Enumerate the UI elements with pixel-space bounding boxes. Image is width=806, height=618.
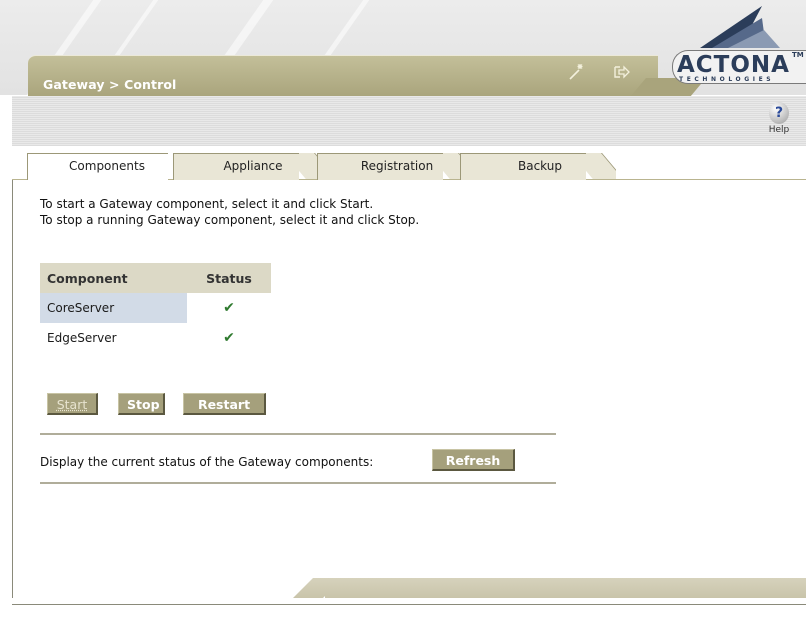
content-panel <box>12 180 806 598</box>
restart-button[interactable]: Restart <box>183 393 266 415</box>
help-icon: ? <box>769 102 789 124</box>
table-row[interactable]: EdgeServer ✔ <box>40 323 271 353</box>
tab-label: Components <box>69 159 145 173</box>
logo-trademark: TM <box>792 51 804 59</box>
start-button[interactable]: Start <box>47 393 98 415</box>
breadcrumb: Gateway > Control <box>43 77 177 92</box>
wizard-icon[interactable] <box>565 62 587 84</box>
components-table: Component Status CoreServer ✔ EdgeServer… <box>40 263 271 353</box>
instruction-line: To stop a running Gateway component, sel… <box>40 213 420 227</box>
refresh-button[interactable]: Refresh <box>432 449 515 471</box>
component-name[interactable]: EdgeServer <box>40 323 187 353</box>
bottom-border <box>12 604 806 605</box>
stop-button[interactable]: Stop <box>118 393 165 415</box>
status-check-icon: ✔ <box>223 330 235 346</box>
logo-wordmark: ACTONA <box>677 52 790 78</box>
help-label: Help <box>768 125 790 135</box>
divider <box>40 433 556 435</box>
logo-subtitle: TECHNOLOGIES <box>679 76 775 83</box>
tab-label: Appliance <box>223 159 283 173</box>
column-header-component: Component <box>40 263 187 293</box>
bottom-strip <box>325 578 806 598</box>
table-header-row: Component Status <box>40 263 271 293</box>
component-name[interactable]: CoreServer <box>40 293 187 323</box>
tab-label: Backup <box>518 159 562 173</box>
divider <box>40 482 556 484</box>
tab-registration[interactable]: Registration <box>317 153 477 180</box>
toolbar-band <box>12 96 806 146</box>
instructions: To start a Gateway component, select it … <box>40 196 419 228</box>
tab-appliance[interactable]: Appliance <box>173 153 333 180</box>
status-check-icon: ✔ <box>223 300 235 316</box>
logout-icon[interactable] <box>610 62 632 84</box>
tab-components[interactable]: Components <box>27 153 187 180</box>
help-button[interactable]: ? Help <box>762 102 796 150</box>
tab-backup[interactable]: Backup <box>460 153 620 180</box>
column-header-status: Status <box>187 263 271 293</box>
refresh-description: Display the current status of the Gatewa… <box>40 455 374 469</box>
instruction-line: To start a Gateway component, select it … <box>40 197 374 211</box>
tab-label: Registration <box>360 159 434 173</box>
table-row[interactable]: CoreServer ✔ <box>40 293 271 323</box>
